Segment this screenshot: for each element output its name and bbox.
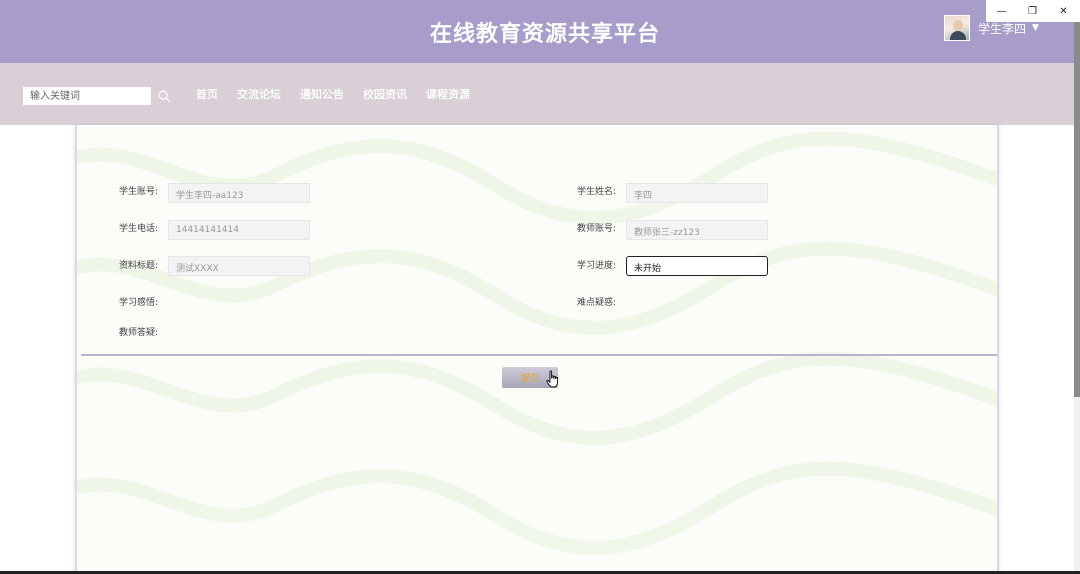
form-card: 学生账号: 学生李四-aa123 学生电话: 14414141414 资料标题:… — [75, 125, 999, 574]
student-phone-field[interactable]: 14414141414 — [168, 220, 310, 240]
chevron-down-icon[interactable]: ▼ — [1032, 23, 1039, 33]
label-teacher-account: 教师账号: — [577, 224, 617, 234]
label-student-phone: 学生电话: — [119, 224, 159, 234]
scrollbar-thumb[interactable] — [1074, 22, 1080, 397]
student-name-field[interactable]: 李四 — [626, 183, 768, 203]
student-account-field[interactable]: 学生李四-aa123 — [168, 183, 310, 203]
nav-item-notices[interactable]: 通知公告 — [300, 86, 344, 102]
label-study-insight: 学习感悟: — [119, 298, 159, 308]
app-window: 在线教育资源共享平台 学生李四 ▼ — ❐ ✕ 首页 交流论坛 通知公告 校园资… — [0, 0, 1080, 574]
username[interactable]: 学生李四 — [978, 20, 1026, 37]
minimize-button[interactable]: — — [986, 0, 1017, 22]
window-controls: — ❐ ✕ — [986, 0, 1080, 22]
hand-cursor-icon — [546, 370, 559, 388]
label-study-progress: 学习进度: — [577, 261, 617, 271]
nav-links: 首页 交流论坛 通知公告 校园资讯 课程资源 — [196, 86, 489, 102]
nav-item-forum[interactable]: 交流论坛 — [237, 86, 281, 102]
label-student-name: 学生姓名: — [577, 187, 617, 197]
label-student-account: 学生账号: — [119, 187, 159, 197]
site-title: 在线教育资源共享平台 — [429, 22, 660, 47]
close-button[interactable]: ✕ — [1048, 0, 1079, 22]
nav-item-course-resources[interactable]: 课程资源 — [426, 86, 470, 102]
nav-item-campus-news[interactable]: 校园资讯 — [363, 86, 407, 102]
label-difficult-questions: 难点疑惑: — [577, 298, 617, 308]
study-progress-field[interactable]: 未开始 — [626, 256, 768, 276]
nav-bar: 首页 交流论坛 通知公告 校园资讯 课程资源 — [0, 63, 1074, 125]
restore-button[interactable]: ❐ — [1017, 0, 1048, 22]
avatar[interactable] — [944, 15, 970, 41]
nav-item-home[interactable]: 首页 — [196, 86, 218, 102]
material-title-field[interactable]: 测试XXXX — [168, 256, 310, 276]
header-bar: 在线教育资源共享平台 学生李四 ▼ — [0, 0, 1074, 63]
form-divider — [81, 354, 997, 356]
search-input[interactable] — [23, 87, 151, 105]
label-teacher-answer: 教师答疑: — [119, 328, 159, 338]
search-icon[interactable] — [157, 89, 171, 103]
label-material-title: 资料标题: — [119, 261, 159, 271]
teacher-account-field[interactable]: 教师张三-zz123 — [626, 220, 768, 240]
